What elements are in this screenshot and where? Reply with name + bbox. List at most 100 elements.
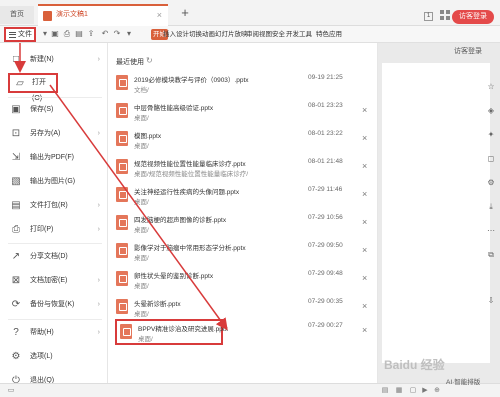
menu-item-share[interactable]: ↗ 分享文档(D) (0, 246, 108, 268)
menu-item-encrypt[interactable]: ⊠ 文档加密(E) › (0, 270, 108, 292)
tab-security[interactable]: 安全 (272, 29, 285, 40)
sorter-view-icon[interactable]: ▦ (394, 386, 404, 396)
menu-icon (9, 32, 16, 38)
menu-item-package[interactable]: ▤ 文件打包(R) › (0, 195, 108, 217)
watermark-subtext: AI·智能排版 (446, 379, 481, 386)
file-name: 模图.pptx (134, 133, 162, 140)
file-menu-label: 文件 (18, 31, 32, 38)
new-tab-button[interactable]: + (178, 6, 192, 20)
file-name: 卵性状头晕的鉴别诊断.pptx (134, 273, 214, 280)
close-icon[interactable]: × (362, 133, 367, 143)
menu-item-help[interactable]: ? 帮助(H) › (0, 322, 108, 344)
tab-features[interactable]: 特色应用 (316, 29, 342, 40)
tab-review[interactable]: 审阅 (246, 29, 259, 40)
redo-icon[interactable]: ↷ (112, 29, 122, 39)
menu-item-backup[interactable]: ⟳ 备份与恢复(K) › (0, 294, 108, 316)
tab-developer[interactable]: 开发工具 (286, 29, 312, 40)
close-icon[interactable]: × (362, 325, 367, 335)
guest-login-button[interactable]: 访客登录 (452, 10, 494, 24)
new-icon: □ (12, 54, 20, 65)
gear-icon: ⚙ (11, 351, 21, 362)
save-as-icon: ⊡ (11, 128, 21, 139)
file-date: 07-29 11:46 (308, 186, 343, 193)
slideshow-icon[interactable]: ▶ (420, 386, 430, 396)
tab-transition[interactable]: 切换 (189, 29, 202, 40)
slide-canvas[interactable] (382, 63, 490, 363)
slide-indicator-icon[interactable]: ▭ (6, 386, 16, 396)
tab-home[interactable]: 首页 (0, 6, 34, 24)
shape-icon[interactable]: ◻ (486, 154, 496, 164)
divider (8, 243, 102, 244)
close-icon[interactable]: × (362, 161, 367, 171)
zoom-icon[interactable]: ⊕ (432, 386, 442, 396)
pdf-icon: ⇲ (11, 152, 21, 163)
divider (8, 97, 102, 98)
refresh-icon[interactable]: ↻ (146, 56, 153, 65)
recent-file-item[interactable]: 影像学对于脑瘤中常用形态学分析.pptx 桌面/ 07-29 09:50 × (112, 239, 376, 267)
recent-file-item[interactable]: 2019必修模块教学与评价（0903）.pptx 文档/ 09-19 21:25 (112, 71, 376, 99)
close-icon[interactable]: × (362, 245, 367, 255)
package-icon: ▤ (11, 200, 21, 211)
close-icon[interactable]: × (362, 105, 367, 115)
apps-grid-icon[interactable] (440, 10, 450, 20)
file-date: 09-19 21:25 (308, 74, 343, 81)
close-icon[interactable]: × (362, 189, 367, 199)
more-icon[interactable]: ⋯ (486, 226, 496, 236)
save-icon[interactable]: ▣ (50, 29, 60, 39)
export-icon[interactable]: ⇪ (86, 29, 96, 39)
menu-item-save-as[interactable]: ⊡ 另存为(A) › (0, 123, 108, 145)
tab-slideshow[interactable]: 幻灯片放映 (215, 29, 248, 40)
layers-icon[interactable]: ⧉ (486, 250, 496, 260)
reading-view-icon[interactable]: ▢ (408, 386, 418, 396)
close-icon[interactable]: × (362, 273, 367, 283)
menu-item-label: 输出为PDF(F) (30, 154, 74, 161)
help-icon: ? (13, 327, 19, 338)
dropdown-icon[interactable]: ▾ (40, 29, 50, 39)
menu-item-options[interactable]: ⚙ 选项(L) (0, 346, 108, 368)
file-date: 08-01 23:22 (308, 130, 343, 137)
pptx-file-icon (116, 103, 128, 118)
recent-file-item[interactable]: 卵性状头晕的鉴别诊断.pptx 桌面/ 07-29 09:48 × (112, 267, 376, 295)
arrow-down-icon[interactable]: ⇩ (486, 296, 496, 306)
tab-design[interactable]: 设计 (176, 29, 189, 40)
menu-item-save[interactable]: ▣ 保存(S) (0, 99, 108, 121)
guest-login-tip[interactable]: 访客登录 (454, 46, 482, 56)
tab-document[interactable]: 演示文稿1 × (38, 4, 168, 26)
file-path: 桌面/ (134, 227, 149, 234)
star-icon[interactable]: ☆ (486, 82, 496, 92)
menu-item-open[interactable]: ▱ 打开(O) (8, 73, 58, 102)
file-menu-button[interactable]: 文件 (4, 27, 36, 42)
settings-icon[interactable]: ⚙ (486, 178, 496, 188)
download-icon[interactable]: ⤓ (486, 202, 496, 212)
file-path: 桌面/ (134, 115, 149, 122)
window-count-badge[interactable]: 1 (424, 12, 433, 21)
animation-icon[interactable]: ✦ (486, 130, 496, 140)
recent-file-item[interactable]: 规范视频性能位置性能量临床诊疗.pptx 桌面/规范视频性能位置性能量临床诊疗/… (112, 155, 376, 183)
normal-view-icon[interactable]: ▤ (380, 386, 390, 396)
print-preview-icon[interactable]: ⎙ (62, 29, 72, 39)
design-icon[interactable]: ◈ (486, 106, 496, 116)
close-icon[interactable]: × (362, 217, 367, 227)
tab-animation[interactable]: 动画 (202, 29, 215, 40)
dropdown-icon[interactable]: ▾ (124, 29, 134, 39)
recent-file-item[interactable]: 关注神经运行性疾病的头像问题.pptx 桌面/ 07-29 11:46 × (112, 183, 376, 211)
file-path: 桌面/ (134, 143, 149, 150)
pptx-file-icon (116, 243, 128, 258)
menu-item-label: 输出为图片(G) (30, 178, 76, 185)
print-icon[interactable]: ▤ (74, 29, 84, 39)
tab-view[interactable]: 视图 (259, 29, 272, 40)
menu-item-new[interactable]: □ 新建(N) › (0, 49, 108, 71)
recent-file-item[interactable]: 四发脑梗的超声图像的诊断.pptx 桌面/ 07-29 10:56 × (112, 211, 376, 239)
close-icon[interactable]: × (157, 6, 162, 24)
undo-icon[interactable]: ↶ (100, 29, 110, 39)
tab-insert[interactable]: 插入 (163, 29, 176, 40)
close-icon[interactable]: × (362, 301, 367, 311)
menu-item-export-pdf[interactable]: ⇲ 输出为PDF(F) (0, 147, 108, 169)
recent-file-item[interactable]: 模图.pptx 桌面/ 08-01 23:22 × (112, 127, 376, 155)
menu-item-label: 另存为(A) (30, 130, 61, 137)
menu-item-export-image[interactable]: ▧ 输出为图片(G) (0, 171, 108, 193)
recent-file-item[interactable]: 中层骨骼性能高级验证.pptx 桌面/ 08-01 23:23 × (112, 99, 376, 127)
recent-file-item-bppv[interactable]: BPPV精准诊治及研究进展.pptx 桌面/ 07-29 00:27 × (112, 319, 376, 347)
menu-item-print[interactable]: ⎙ 打印(P) › (0, 219, 108, 241)
document-area (378, 43, 500, 383)
